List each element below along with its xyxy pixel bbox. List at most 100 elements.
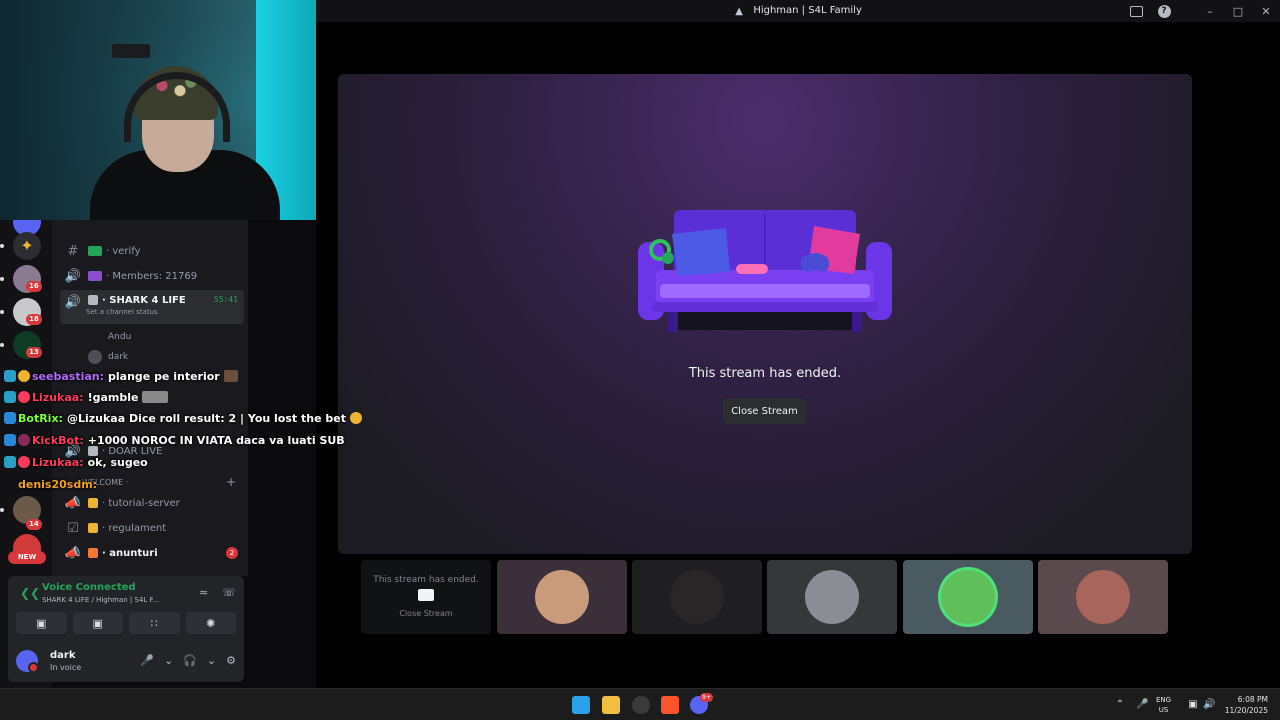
voice-channel-path[interactable]: SHARK 4 LIFE / Highman | S4L F... [42, 596, 159, 604]
chat-text: +1000 NOROC IN VIATA daca va luati SUB [87, 433, 345, 447]
channel-name: · regulament [102, 522, 167, 534]
window-title: Highman | S4L Family [753, 5, 862, 16]
unread-dot [0, 244, 4, 248]
tile-ended-stream[interactable]: This stream has ended. Close Stream [361, 560, 491, 634]
level-badge-icon [18, 456, 30, 468]
rules-icon: ☑ [67, 520, 79, 536]
user-panel: dark In voice 🎤 ⌄ 🎧 ⌄ ⚙ [16, 648, 240, 676]
soundboard-button[interactable]: ✺ [185, 612, 236, 634]
voice-timer: 55:41 [213, 295, 238, 304]
channel-status[interactable]: Set a channel status [86, 308, 158, 316]
voice-user[interactable]: Andu [88, 330, 131, 344]
bot-badge-icon [4, 434, 16, 446]
check-icon [88, 246, 102, 256]
camera-off-button[interactable]: ▣ [16, 612, 67, 634]
title-bar: ▲ Highman | S4L Family ? – □ ✕ [316, 0, 1280, 22]
participant-tile[interactable] [767, 560, 897, 634]
brave-browser-icon[interactable] [661, 696, 679, 714]
participant-avatar [1076, 570, 1130, 624]
voice-connected-label[interactable]: Voice Connected [42, 582, 136, 593]
chevron-up-icon[interactable]: ⌃ [1114, 699, 1126, 711]
signal-icon[interactable]: ❮❮ [20, 586, 40, 600]
microphone-icon[interactable]: 🎤 [140, 654, 154, 667]
unread-badge: 2 [226, 547, 238, 559]
speaker-icon: 🔊 [64, 295, 82, 310]
inbox-icon[interactable] [1122, 0, 1150, 22]
file-explorer-icon[interactable] [602, 696, 620, 714]
sparkle-icon[interactable]: ✦ [13, 232, 41, 260]
scroll-icon [88, 523, 98, 533]
close-button[interactable]: ✕ [1252, 0, 1280, 22]
volume-icon[interactable]: 🔊 [1203, 699, 1215, 711]
unread-dot [0, 310, 4, 314]
chat-username: BotRix: [18, 411, 63, 425]
voice-user-name: dark [108, 352, 129, 362]
avatar [88, 330, 102, 344]
maximize-button[interactable]: □ [1224, 0, 1252, 22]
language-indicator[interactable]: ENG US [1156, 695, 1171, 715]
participant-tile[interactable] [632, 560, 762, 634]
microphone-icon[interactable]: 🎤 [1136, 699, 1148, 711]
taskbar: 9+ ⌃ 🎤 ENG US ▣ 🔊 6:08 PM 11/20/2025 [0, 688, 1280, 720]
chat-overlay: seebastian: plange pe interior Lizukaa: … [0, 366, 362, 496]
voice-user-name: Andu [108, 332, 132, 342]
headphones-icon[interactable]: 🎧 [183, 654, 197, 667]
channel-name: · verify [106, 245, 141, 257]
noise-suppression-icon[interactable]: ≈ [199, 586, 208, 599]
voice-panel: ❮❮ Voice Connected SHARK 4 LIFE / Highma… [8, 576, 244, 682]
unread-dot [0, 343, 4, 347]
emote-icon [142, 391, 169, 403]
stream-ended-text: This stream has ended. [688, 366, 842, 381]
mention-badge: 16 [26, 281, 42, 292]
obs-icon[interactable] [632, 696, 650, 714]
channel-regulament[interactable]: ☑ · regulament [60, 517, 244, 539]
chat-text: ok, sugeo [87, 455, 148, 469]
hash-icon: # [67, 243, 79, 259]
sub-badge-icon [4, 370, 16, 382]
windows-start-icon[interactable] [572, 696, 590, 714]
participant-tile[interactable] [497, 560, 627, 634]
emote-icon [223, 370, 238, 382]
unread-dot [0, 277, 4, 281]
chat-message: Lizukaa: !gamble [4, 387, 169, 407]
minimize-button[interactable]: – [1196, 0, 1224, 22]
close-stream-button[interactable]: Close Stream [723, 398, 806, 424]
sub-badge-icon [4, 456, 16, 468]
avatar[interactable] [16, 650, 39, 673]
chevron-down-icon[interactable]: ⌄ [207, 654, 216, 667]
channel-verify[interactable]: # · verify [60, 240, 244, 262]
unread-dot [0, 508, 4, 512]
participant-tile[interactable] [1038, 560, 1168, 634]
tile-close-stream-button[interactable]: Close Stream [361, 609, 491, 618]
voice-user[interactable]: dark [88, 350, 128, 364]
fire-icon [88, 548, 98, 558]
network-icon[interactable]: ▣ [1187, 699, 1199, 711]
help-icon[interactable]: ? [1150, 0, 1178, 22]
megaphone-icon: 📣 [64, 545, 82, 561]
shark-icon [88, 295, 98, 305]
chat-text: plange pe interior [108, 369, 220, 383]
hand-icon [88, 498, 98, 508]
chevron-down-icon[interactable]: ⌄ [164, 654, 173, 667]
mention-badge: 14 [26, 519, 42, 530]
chat-text: @Lizukaa Dice roll result: 2 | You lost … [66, 411, 346, 425]
channel-name: · tutorial-server [102, 497, 180, 509]
chat-username: denis20sdm: [18, 477, 98, 491]
user-name[interactable]: dark [50, 650, 76, 661]
screen-share-button[interactable]: ▣ [72, 612, 123, 634]
chat-message: seebastian: plange pe interior [4, 366, 238, 386]
participant-avatar [941, 570, 995, 624]
disconnect-icon[interactable]: ☏ [222, 586, 236, 599]
gear-icon[interactable]: ⚙ [226, 654, 236, 667]
participant-tile[interactable] [903, 560, 1033, 634]
participant-avatar [805, 570, 859, 624]
channel-members[interactable]: 🔊 · Members: 21769 [60, 265, 244, 287]
voice-action-buttons: ▣ ▣ ∷ ✺ [16, 612, 236, 634]
avatar [88, 350, 102, 364]
channel-shark-4-life[interactable]: 🔊 · SHARK 4 LIFE 55:41 Set a channel sta… [60, 290, 244, 324]
chat-message: denis20sdm: [4, 474, 101, 494]
person-icon [88, 271, 102, 281]
activities-button[interactable]: ∷ [129, 612, 180, 634]
channel-anunturi[interactable]: 📣 · anunturi 2 [60, 542, 244, 564]
clock[interactable]: 6:08 PM 11/20/2025 [1225, 694, 1268, 716]
